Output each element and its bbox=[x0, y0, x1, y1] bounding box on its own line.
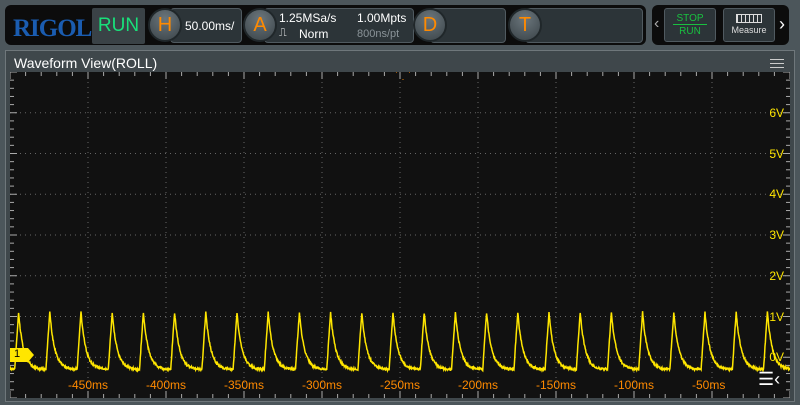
voltage-label: 4V bbox=[769, 187, 784, 201]
time-label: -50ms bbox=[692, 378, 725, 392]
voltage-label: 0V bbox=[769, 350, 784, 364]
chevron-left-icon[interactable]: ‹ bbox=[654, 15, 659, 33]
time-label: -300ms bbox=[302, 378, 342, 392]
acquire-key-button[interactable]: A bbox=[243, 8, 277, 42]
time-label: -350ms bbox=[224, 378, 264, 392]
stop-run-button[interactable]: STOP RUN bbox=[664, 8, 716, 42]
voltage-label: 6V bbox=[769, 106, 784, 120]
window-title: Waveform View(ROLL) bbox=[14, 55, 157, 71]
chevron-right-icon[interactable]: › bbox=[779, 14, 785, 35]
time-label: -200ms bbox=[458, 378, 498, 392]
waveform-svg bbox=[10, 72, 790, 398]
sample-rate: 1.25MSa/s bbox=[279, 11, 336, 25]
horizontal-key-button[interactable]: H bbox=[148, 8, 182, 42]
quick-bar: ‹ STOP RUN Measure › bbox=[652, 5, 789, 45]
voltage-label: 3V bbox=[769, 228, 784, 242]
decode-key-button[interactable]: D bbox=[413, 8, 447, 42]
voltage-label: 2V bbox=[769, 269, 784, 283]
waveform-view-window: Waveform View(ROLL) 6V 5V 4V 3V 2V 1V 0V -450m… bbox=[5, 50, 795, 402]
stop-label: STOP bbox=[673, 13, 707, 25]
menu-icon[interactable] bbox=[770, 59, 784, 68]
voltage-label: 5V bbox=[769, 147, 784, 161]
time-label: -250ms bbox=[380, 378, 420, 392]
trigger-panel[interactable] bbox=[525, 8, 643, 43]
run-label: RUN bbox=[665, 26, 715, 37]
rigol-logo: RIGOL bbox=[13, 15, 91, 43]
time-label: -150ms bbox=[536, 378, 576, 392]
memory-depth: 1.00Mpts bbox=[357, 11, 406, 25]
voltage-label: 1V bbox=[769, 310, 784, 324]
time-label: -100ms bbox=[614, 378, 654, 392]
trigger-key-button[interactable]: T bbox=[508, 8, 542, 42]
acquire-mode: Norm bbox=[299, 27, 328, 41]
waveform-plot[interactable]: 6V 5V 4V 3V 2V 1V 0V -450ms -400ms -350ms -300ms -… bbox=[10, 72, 790, 398]
ruler-icon bbox=[736, 14, 762, 23]
measure-button[interactable]: Measure bbox=[723, 8, 775, 42]
time-label: -450ms bbox=[68, 378, 108, 392]
menu-collapse-icon[interactable]: ☰‹ bbox=[758, 370, 780, 388]
channel-1-trace bbox=[10, 311, 790, 371]
sample-interval: 800ns/pt bbox=[357, 28, 399, 40]
timebase-value: 50.00ms/ bbox=[185, 19, 234, 33]
pulse-icon: ⎍ bbox=[279, 27, 287, 40]
time-label: -400ms bbox=[146, 378, 186, 392]
measure-label: Measure bbox=[724, 25, 774, 35]
acquire-panel[interactable]: 1.25MSa/s ⎍ Norm 1.00Mpts 800ns/pt bbox=[264, 8, 414, 43]
run-state-button[interactable]: RUN bbox=[92, 8, 145, 44]
